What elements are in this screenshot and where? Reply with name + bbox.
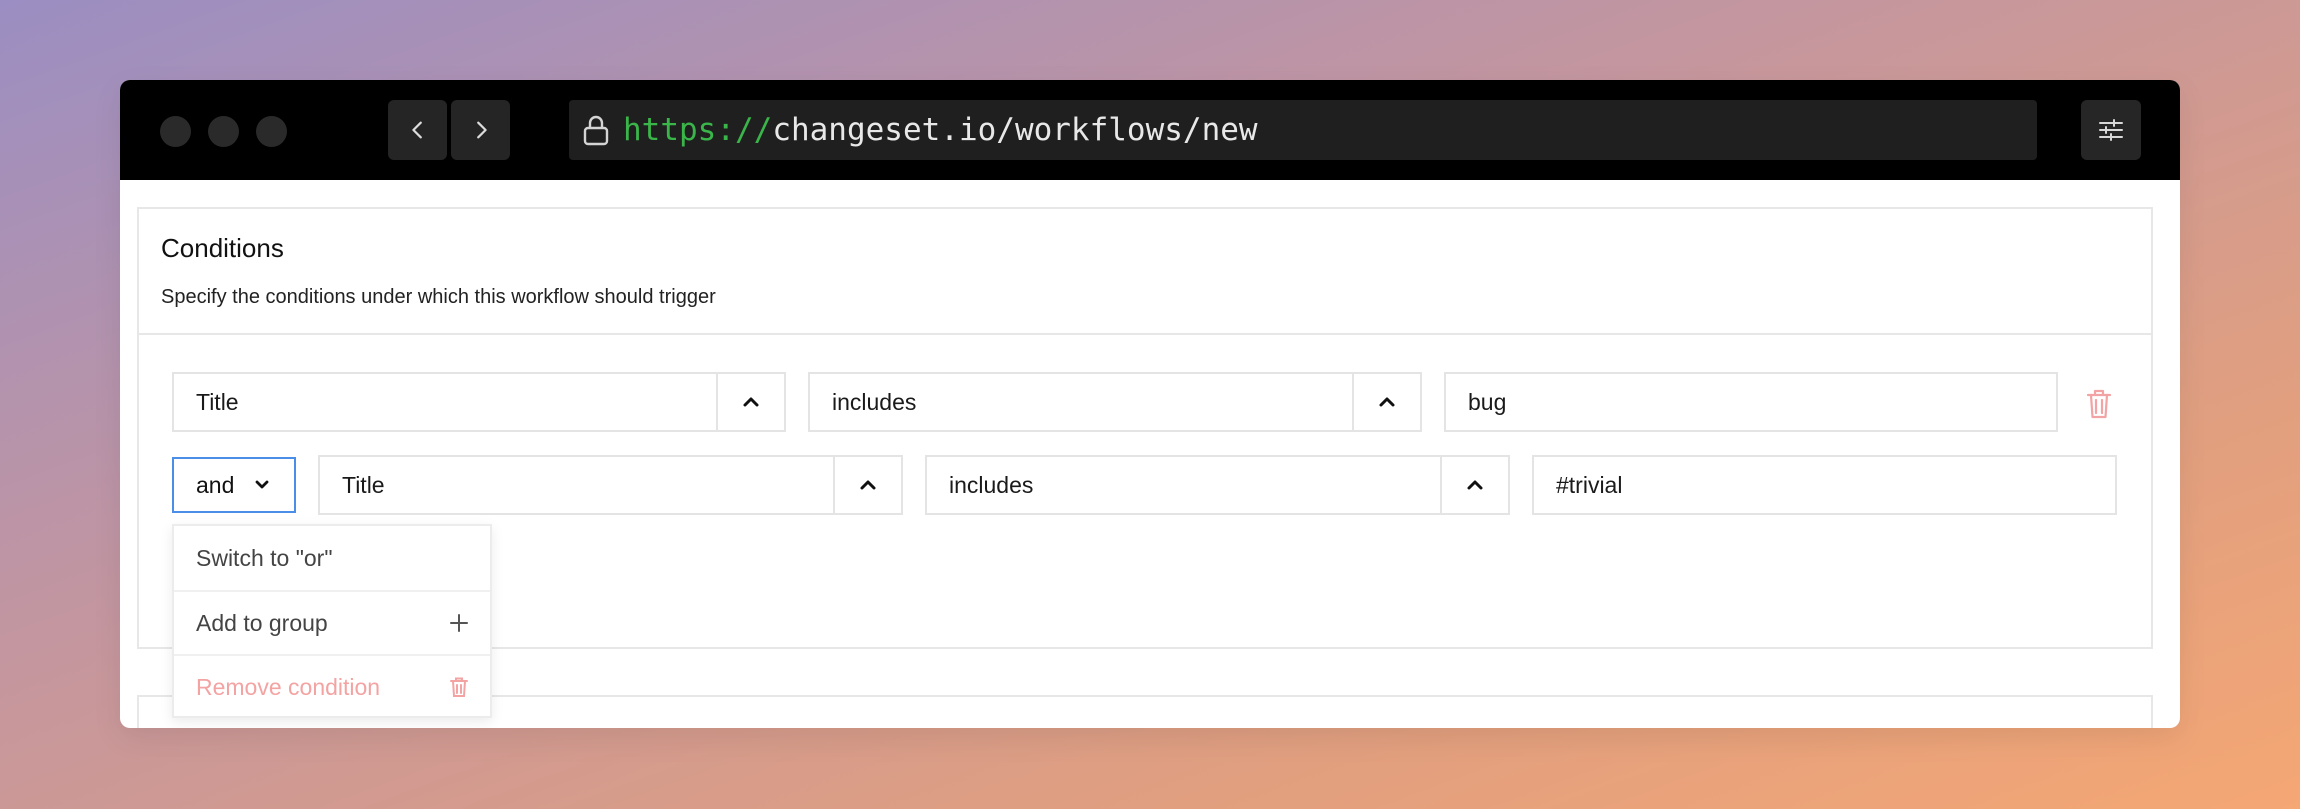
condition-1-operator-value: includes [832, 388, 917, 415]
condition-2-value: #trivial [1556, 471, 1623, 498]
condition-2-operator-value: includes [949, 471, 1034, 498]
menu-item-label: Remove condition [196, 673, 381, 700]
chevron-left-icon [411, 121, 422, 139]
chevron-right-icon [476, 121, 487, 139]
chevron-up-icon[interactable] [718, 374, 784, 430]
lock-icon [581, 114, 611, 146]
chevron-up-icon[interactable] [835, 457, 901, 513]
chevron-down-icon [255, 480, 269, 489]
menu-item-label: Switch to "or" [196, 544, 333, 571]
menu-item-remove-condition[interactable]: Remove condition [174, 654, 490, 718]
condition-1-value: bug [1468, 388, 1507, 415]
connector-menu: Switch to "or" Add to group Remove condi… [172, 524, 492, 718]
trash-icon [448, 676, 470, 698]
window-minimize-dot[interactable] [208, 116, 239, 147]
window-close-dot[interactable] [160, 116, 191, 147]
condition-2-field-value: Title [342, 471, 385, 498]
connector-select[interactable]: and [172, 457, 296, 513]
conditions-subtitle: Specify the conditions under which this … [161, 286, 716, 308]
back-button[interactable] [388, 100, 447, 160]
condition-2-operator-select[interactable]: includes [925, 455, 1510, 515]
sliders-icon [2099, 119, 2123, 141]
plus-icon [448, 612, 470, 634]
window-maximize-dot[interactable] [256, 116, 287, 147]
condition-1-operator-select[interactable]: includes [808, 372, 1422, 432]
condition-1-value-input[interactable]: bug [1444, 372, 2058, 432]
conditions-title: Conditions [161, 233, 284, 263]
url-path: changeset.io/workflows/new [772, 112, 1258, 148]
chevron-up-icon[interactable] [1442, 457, 1508, 513]
condition-2-value-input[interactable]: #trivial [1532, 455, 2117, 515]
condition-2-field-select[interactable]: Title [318, 455, 903, 515]
browser-titlebar: https://changeset.io/workflows/new [120, 80, 2180, 180]
url-scheme: https:// [623, 112, 773, 148]
menu-item-switch-or[interactable]: Switch to "or" [174, 526, 490, 590]
condition-1-field-value: Title [196, 388, 239, 415]
condition-1-field-select[interactable]: Title [172, 372, 786, 432]
browser-window: https://changeset.io/workflows/new Condi… [120, 80, 2180, 728]
delete-condition-button[interactable] [2083, 386, 2115, 422]
chevron-up-icon[interactable] [1354, 374, 1420, 430]
connector-value: and [196, 471, 235, 498]
menu-item-add-to-group[interactable]: Add to group [174, 590, 490, 654]
trash-icon [2086, 389, 2112, 419]
menu-item-label: Add to group [196, 609, 328, 636]
forward-button[interactable] [451, 100, 510, 160]
address-bar[interactable]: https://changeset.io/workflows/new [569, 100, 2037, 160]
settings-button[interactable] [2081, 100, 2141, 160]
conditions-header: Conditions Specify the conditions under … [139, 209, 2151, 335]
